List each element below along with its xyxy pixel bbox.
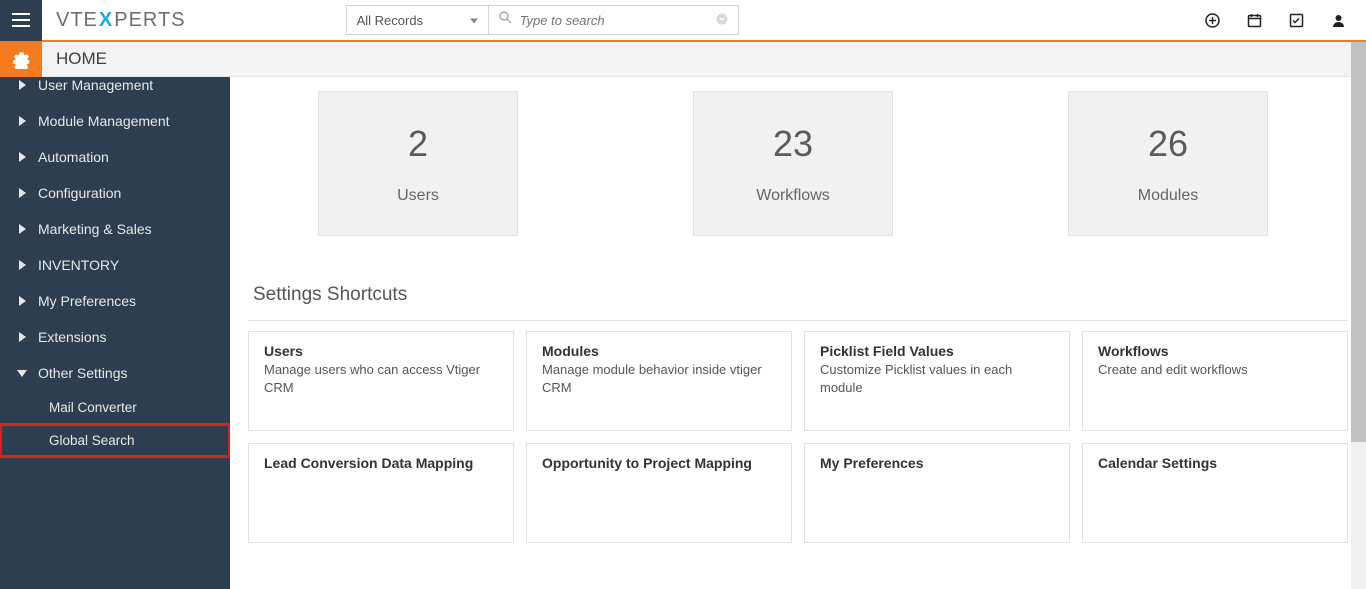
shortcut-users[interactable]: Users Manage users who can access Vtiger…	[248, 331, 514, 431]
calendar-icon[interactable]	[1246, 12, 1262, 28]
stat-value: 23	[773, 123, 813, 165]
stat-label: Modules	[1138, 187, 1198, 205]
search-input[interactable]	[520, 13, 716, 28]
shortcut-title: Lead Conversion Data Mapping	[264, 455, 498, 471]
shortcut-lead-conversion[interactable]: Lead Conversion Data Mapping	[248, 443, 514, 543]
sidebar-item-label: User Management	[38, 77, 153, 93]
shortcut-my-preferences[interactable]: My Preferences	[804, 443, 1070, 543]
sidebar-item-label: Extensions	[38, 329, 106, 345]
shortcut-desc: Manage users who can access Vtiger CRM	[264, 361, 498, 396]
sidebar-subitem-label: Mail Converter	[49, 400, 137, 415]
stat-value: 26	[1148, 123, 1188, 165]
search-chevron-icon[interactable]	[716, 13, 728, 28]
chevron-right-icon	[16, 188, 28, 198]
gear-icon	[11, 49, 31, 69]
chevron-right-icon	[16, 152, 28, 162]
chevron-right-icon	[16, 260, 28, 270]
shortcut-title: My Preferences	[820, 455, 1054, 471]
sidebar-item-label: INVENTORY	[38, 257, 119, 273]
shortcut-title: Users	[264, 343, 498, 359]
shortcut-workflows[interactable]: Workflows Create and edit workflows	[1082, 331, 1348, 431]
sidebar-item-label: My Preferences	[38, 293, 136, 309]
search-area: All Records	[346, 5, 739, 35]
search-scope-label: All Records	[357, 13, 423, 28]
shortcut-desc: Customize Picklist values in each module	[820, 361, 1054, 396]
stat-label: Workflows	[756, 187, 830, 205]
stat-card-modules[interactable]: 26 Modules	[1068, 91, 1268, 236]
search-scope-dropdown[interactable]: All Records	[346, 5, 489, 35]
sidebar-item-label: Configuration	[38, 185, 121, 201]
topbar-actions	[1204, 12, 1366, 28]
chevron-right-icon	[16, 80, 28, 90]
sidebar-subitem-label: Global Search	[49, 433, 135, 448]
scrollbar-track[interactable]	[1351, 42, 1366, 589]
stat-row: 2 Users 23 Workflows 26 Modules	[318, 91, 1348, 236]
shortcut-title: Picklist Field Values	[820, 343, 1054, 359]
user-icon[interactable]	[1330, 12, 1346, 28]
sidebar-item-inventory[interactable]: INVENTORY	[0, 247, 230, 283]
shortcut-desc: Create and edit workflows	[1098, 361, 1332, 379]
sidebar-item-label: Module Management	[38, 113, 170, 129]
chevron-right-icon	[16, 332, 28, 342]
chevron-down-icon	[16, 370, 28, 377]
chevron-right-icon	[16, 116, 28, 126]
breadcrumb: HOME	[56, 49, 107, 69]
chevron-right-icon	[16, 224, 28, 234]
search-icon	[499, 11, 512, 29]
stat-card-workflows[interactable]: 23 Workflows	[693, 91, 893, 236]
divider	[248, 320, 1348, 321]
sidebar-item-other-settings[interactable]: Other Settings	[0, 355, 230, 391]
section-title-shortcuts: Settings Shortcuts	[253, 284, 1348, 306]
shortcut-picklist[interactable]: Picklist Field Values Customize Picklist…	[804, 331, 1070, 431]
sidebar-item-user-management[interactable]: User Management	[0, 77, 230, 103]
sidebar-item-automation[interactable]: Automation	[0, 139, 230, 175]
sidebar-item-marketing-sales[interactable]: Marketing & Sales	[0, 211, 230, 247]
main-content: 2 Users 23 Workflows 26 Modules Settings…	[230, 77, 1366, 589]
sidebar-subitem-global-search[interactable]: Global Search	[0, 424, 230, 457]
shortcut-title: Modules	[542, 343, 776, 359]
logo: VTEXPERTS	[56, 9, 186, 32]
sidebar-subitem-mail-converter[interactable]: Mail Converter	[0, 391, 230, 424]
topbar: VTEXPERTS All Records	[0, 0, 1366, 42]
sidebar: User Management Module Management Automa…	[0, 77, 230, 589]
shortcut-title: Opportunity to Project Mapping	[542, 455, 776, 471]
shortcut-grid: Users Manage users who can access Vtiger…	[248, 331, 1348, 543]
sidebar-item-configuration[interactable]: Configuration	[0, 175, 230, 211]
chevron-right-icon	[16, 296, 28, 306]
hamburger-menu[interactable]	[0, 0, 42, 41]
shortcut-calendar-settings[interactable]: Calendar Settings	[1082, 443, 1348, 543]
subbar: HOME	[0, 42, 1366, 77]
sidebar-item-label: Marketing & Sales	[38, 221, 152, 237]
hamburger-icon	[12, 13, 30, 27]
sidebar-item-label: Automation	[38, 149, 109, 165]
shortcut-modules[interactable]: Modules Manage module behavior inside vt…	[526, 331, 792, 431]
logo-x: X	[99, 9, 113, 31]
scrollbar-thumb[interactable]	[1351, 42, 1366, 442]
shortcut-desc: Manage module behavior inside vtiger CRM	[542, 361, 776, 396]
sidebar-item-module-management[interactable]: Module Management	[0, 103, 230, 139]
shortcut-title: Calendar Settings	[1098, 455, 1332, 471]
settings-gear-button[interactable]	[0, 42, 42, 77]
sidebar-item-my-preferences[interactable]: My Preferences	[0, 283, 230, 319]
sidebar-item-label: Other Settings	[38, 365, 128, 381]
stat-value: 2	[408, 123, 428, 165]
sidebar-item-extensions[interactable]: Extensions	[0, 319, 230, 355]
shortcut-title: Workflows	[1098, 343, 1332, 359]
stat-label: Users	[397, 187, 439, 205]
stat-card-users[interactable]: 2 Users	[318, 91, 518, 236]
search-box[interactable]	[489, 5, 739, 35]
shortcut-opportunity-project[interactable]: Opportunity to Project Mapping	[526, 443, 792, 543]
task-icon[interactable]	[1288, 12, 1304, 28]
add-icon[interactable]	[1204, 12, 1220, 28]
